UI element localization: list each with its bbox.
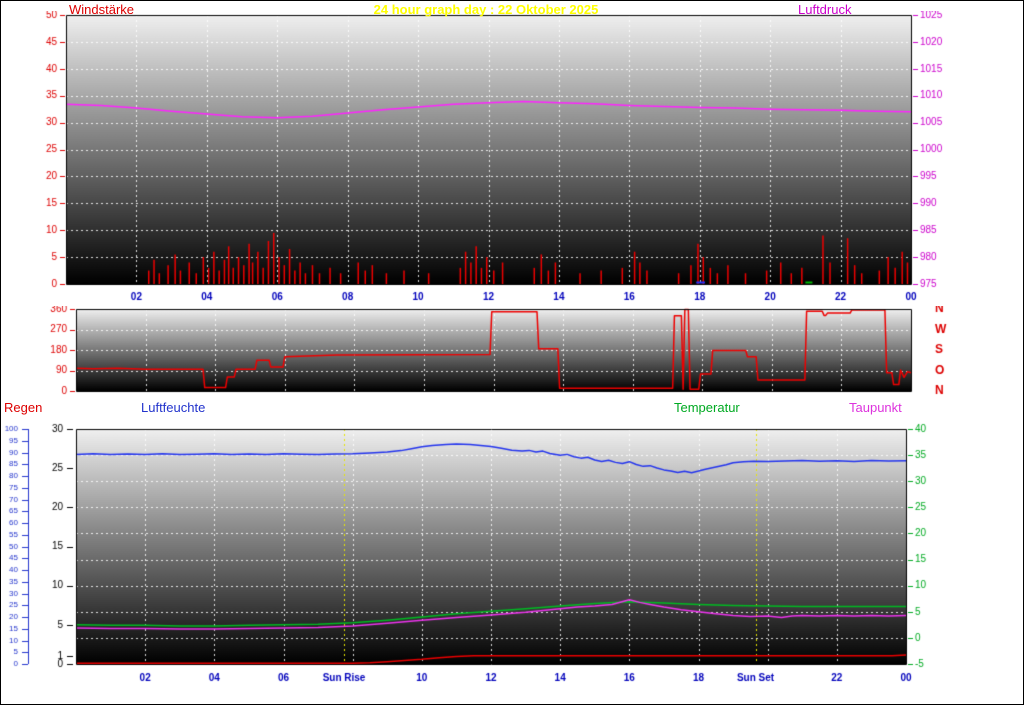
rain-label: Regen [4, 400, 43, 415]
pressure-label: Luftdruck [798, 2, 852, 17]
wind-pressure-chart [1, 11, 1023, 306]
dewpoint-label: Taupunkt [849, 400, 902, 415]
temperature-label: Temperatur [674, 400, 740, 415]
wind-direction-chart [1, 306, 1023, 406]
weather-daily-graph-page: Windstärke 24 hour graph day : 22 Oktobe… [0, 0, 1024, 705]
humidity-label: Luftfeuchte [141, 400, 206, 415]
humidity-temperature-dewpoint-rain-chart [1, 406, 1023, 704]
